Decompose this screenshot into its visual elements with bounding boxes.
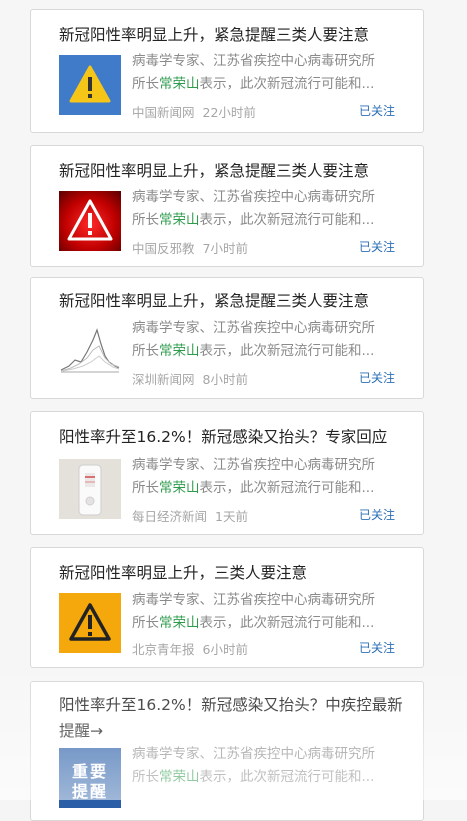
follow-button[interactable]: 已关注 bbox=[359, 506, 395, 523]
news-time: 1天前 bbox=[215, 509, 248, 524]
news-title[interactable]: 阳性率升至16.2%！新冠感染又抬头？专家回应 bbox=[59, 424, 403, 450]
news-title[interactable]: 新冠阳性率明显上升，三类人要注意 bbox=[59, 560, 403, 586]
news-feed: 新冠阳性率明显上升，紧急提醒三类人要注意 病毒学专家、江苏省疾控中心病毒研究所 … bbox=[0, 0, 467, 821]
warning-triangle-icon bbox=[59, 593, 121, 653]
red-alert-icon bbox=[59, 191, 121, 251]
news-card[interactable]: 新冠阳性率明显上升，三类人要注意 病毒学专家、江苏省疾控中心病毒研究所 所长常荣… bbox=[30, 547, 424, 668]
news-card[interactable]: 新冠阳性率明显上升，紧急提醒三类人要注意 病毒学专家、江苏省疾控中心病毒研究所 … bbox=[30, 145, 424, 267]
highlight-name: 常荣山 bbox=[159, 480, 200, 496]
summary-line: 所长常荣山表示，此次新冠流行可能和... bbox=[132, 477, 400, 500]
summary-text: 表示，此次新冠流行可能和... bbox=[199, 343, 375, 359]
thumb-text: 重要提醒 bbox=[71, 762, 108, 801]
follow-button[interactable]: 已关注 bbox=[359, 369, 395, 386]
highlight-name: 常荣山 bbox=[159, 769, 200, 785]
summary-line: 病毒学专家、江苏省疾控中心病毒研究所 bbox=[132, 457, 375, 473]
warning-triangle-icon bbox=[59, 55, 121, 115]
follow-button[interactable]: 已关注 bbox=[359, 639, 395, 656]
summary-line: 病毒学专家、江苏省疾控中心病毒研究所 bbox=[132, 53, 375, 69]
news-card[interactable]: 阳性率升至16.2%！新冠感染又抬头？专家回应 病毒学专家、江苏省疾控中心病毒研… bbox=[30, 411, 424, 535]
highlight-name: 常荣山 bbox=[159, 343, 200, 359]
summary-text: 表示，此次新冠流行可能和... bbox=[199, 769, 375, 785]
news-title[interactable]: 新冠阳性率明显上升，紧急提醒三类人要注意 bbox=[59, 288, 403, 314]
highlight-name: 常荣山 bbox=[159, 76, 200, 92]
summary-line: 所长常荣山表示，此次新冠流行可能和... bbox=[132, 612, 400, 635]
news-source: 中国反邪教 bbox=[132, 241, 195, 256]
summary-text: 表示，此次新冠流行可能和... bbox=[199, 615, 375, 631]
summary-line: 所长常荣山表示，此次新冠流行可能和... bbox=[132, 340, 400, 363]
summary-text: 所长 bbox=[132, 480, 159, 496]
summary-text: 所长 bbox=[132, 343, 159, 359]
summary-line: 所长常荣山表示，此次新冠流行可能和... bbox=[132, 73, 400, 96]
line-chart-icon bbox=[59, 322, 121, 382]
news-title[interactable]: 新冠阳性率明显上升，紧急提醒三类人要注意 bbox=[59, 22, 403, 48]
summary-line: 所长常荣山表示，此次新冠流行可能和... bbox=[132, 209, 400, 232]
news-title[interactable]: 阳性率升至16.2%！新冠感染又抬头？中疾控最新提醒→ bbox=[59, 692, 404, 744]
summary-text: 表示，此次新冠流行可能和... bbox=[199, 76, 375, 92]
news-card[interactable]: 阳性率升至16.2%！新冠感染又抬头？中疾控最新提醒→ 重要提醒 病毒学专家、江… bbox=[30, 681, 424, 821]
news-title[interactable]: 新冠阳性率明显上升，紧急提醒三类人要注意 bbox=[59, 158, 403, 184]
follow-button[interactable]: 已关注 bbox=[359, 238, 395, 255]
summary-text: 所长 bbox=[132, 212, 159, 228]
news-meta: 中国新闻网 22小时前 bbox=[132, 102, 256, 121]
news-time: 7小时前 bbox=[202, 241, 248, 256]
follow-button[interactable]: 已关注 bbox=[359, 102, 395, 119]
news-time: 8小时前 bbox=[202, 372, 248, 387]
news-card[interactable]: 新冠阳性率明显上升，紧急提醒三类人要注意 病毒学专家、江苏省疾控中心病毒研究所 … bbox=[30, 277, 424, 399]
news-meta: 深圳新闻网 8小时前 bbox=[132, 369, 248, 388]
summary-text: 表示，此次新冠流行可能和... bbox=[199, 212, 375, 228]
important-notice-icon: 重要提醒 bbox=[59, 748, 121, 808]
news-time: 22小时前 bbox=[202, 105, 256, 120]
summary-line: 病毒学专家、江苏省疾控中心病毒研究所 bbox=[132, 189, 375, 205]
news-meta: 北京青年报 6小时前 bbox=[132, 639, 248, 658]
news-summary: 病毒学专家、江苏省疾控中心病毒研究所 所长常荣山表示，此次新冠流行可能和... bbox=[132, 50, 400, 96]
summary-text: 所长 bbox=[132, 76, 159, 92]
test-kit-icon bbox=[59, 459, 121, 519]
news-summary: 病毒学专家、江苏省疾控中心病毒研究所 所长常荣山表示，此次新冠流行可能和... bbox=[132, 743, 400, 789]
summary-line: 病毒学专家、江苏省疾控中心病毒研究所 bbox=[132, 320, 375, 336]
news-card[interactable]: 新冠阳性率明显上升，紧急提醒三类人要注意 病毒学专家、江苏省疾控中心病毒研究所 … bbox=[30, 9, 424, 133]
news-meta: 中国反邪教 7小时前 bbox=[132, 238, 248, 257]
news-summary: 病毒学专家、江苏省疾控中心病毒研究所 所长常荣山表示，此次新冠流行可能和... bbox=[132, 454, 400, 500]
news-source: 每日经济新闻 bbox=[132, 509, 208, 524]
news-summary: 病毒学专家、江苏省疾控中心病毒研究所 所长常荣山表示，此次新冠流行可能和... bbox=[132, 317, 400, 363]
summary-line: 病毒学专家、江苏省疾控中心病毒研究所 bbox=[132, 592, 375, 608]
summary-text: 表示，此次新冠流行可能和... bbox=[199, 480, 375, 496]
summary-line: 病毒学专家、江苏省疾控中心病毒研究所 bbox=[132, 746, 375, 762]
highlight-name: 常荣山 bbox=[159, 615, 200, 631]
highlight-name: 常荣山 bbox=[159, 212, 200, 228]
summary-text: 所长 bbox=[132, 615, 159, 631]
news-meta: 每日经济新闻 1天前 bbox=[132, 506, 248, 525]
news-source: 中国新闻网 bbox=[132, 105, 195, 120]
news-time: 6小时前 bbox=[202, 642, 248, 657]
news-source: 北京青年报 bbox=[132, 642, 195, 657]
news-source: 深圳新闻网 bbox=[132, 372, 195, 387]
news-summary: 病毒学专家、江苏省疾控中心病毒研究所 所长常荣山表示，此次新冠流行可能和... bbox=[132, 589, 400, 635]
news-summary: 病毒学专家、江苏省疾控中心病毒研究所 所长常荣山表示，此次新冠流行可能和... bbox=[132, 186, 400, 232]
summary-line: 所长常荣山表示，此次新冠流行可能和... bbox=[132, 766, 400, 789]
summary-text: 所长 bbox=[132, 769, 159, 785]
